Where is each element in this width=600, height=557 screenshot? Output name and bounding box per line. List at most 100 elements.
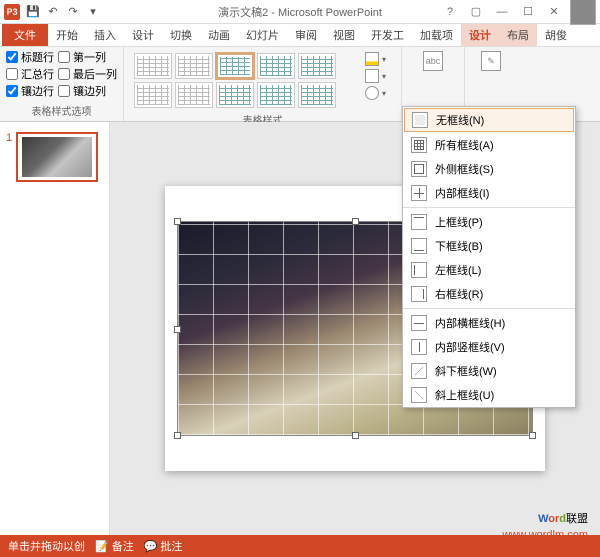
dd-all-borders[interactable]: 所有框线(A) — [403, 133, 575, 157]
ribbon-tabs: 文件 开始 插入 设计 切换 动画 幻灯片 审阅 视图 开发工 加载项 设计 布… — [0, 24, 600, 46]
tab-table-design[interactable]: 设计 — [461, 24, 499, 46]
diag-up-icon — [411, 387, 427, 403]
all-borders-icon — [411, 137, 427, 153]
notes-button[interactable]: 📝 备注 — [95, 538, 134, 554]
right-border-icon — [411, 286, 427, 302]
save-icon[interactable]: 💾 — [24, 3, 42, 21]
dd-inside-v-border[interactable]: 内部竖框线(V) — [403, 335, 575, 359]
style-thumb[interactable] — [175, 53, 213, 79]
minimize-icon[interactable]: — — [492, 4, 512, 20]
group-table-styles: 表格样式 — [124, 47, 402, 121]
bottom-border-icon — [411, 238, 427, 254]
status-hint: 单击并拖动以创 — [8, 538, 85, 554]
resize-handle[interactable] — [174, 432, 181, 439]
help-icon[interactable]: ? — [440, 4, 460, 20]
titlebar: P3 💾 ↶ ↷ ▾ 演示文稿2 - Microsoft PowerPoint … — [0, 0, 600, 24]
borders-dropdown: 无框线(N) 所有框线(A) 外侧框线(S) 内部框线(I) 上框线(P) 下框… — [402, 106, 576, 408]
resize-handle[interactable] — [352, 218, 359, 225]
tab-slideshow[interactable]: 幻灯片 — [238, 24, 287, 46]
style-thumb-selected[interactable] — [216, 53, 254, 79]
style-thumb[interactable] — [257, 53, 295, 79]
tab-insert[interactable]: 插入 — [86, 24, 124, 46]
style-thumb[interactable] — [134, 82, 172, 108]
user-avatar[interactable] — [570, 0, 596, 25]
chk-last-col[interactable]: 最后一列 — [58, 66, 117, 82]
maximize-icon[interactable]: ☐ — [518, 4, 538, 20]
watermark-logo: Word联盟 — [538, 506, 588, 527]
dd-left-border[interactable]: 左框线(L) — [403, 258, 575, 282]
tab-transitions[interactable]: 切换 — [162, 24, 200, 46]
dd-outside-borders[interactable]: 外侧框线(S) — [403, 157, 575, 181]
resize-handle[interactable] — [174, 326, 181, 333]
dd-diag-down[interactable]: 斜下框线(W) — [403, 359, 575, 383]
undo-icon[interactable]: ↶ — [44, 3, 62, 21]
dd-right-border[interactable]: 右框线(R) — [403, 282, 575, 306]
dropdown-separator — [403, 308, 575, 309]
tab-addins[interactable]: 加载项 — [412, 24, 461, 46]
file-tab[interactable]: 文件 — [2, 24, 48, 46]
redo-icon[interactable]: ↷ — [64, 3, 82, 21]
style-thumb[interactable] — [257, 82, 295, 108]
left-border-icon — [411, 262, 427, 278]
fill-icon — [365, 52, 379, 66]
chk-banded-cols[interactable]: 镶边列 — [58, 83, 106, 99]
wordart-button[interactable]: abc — [408, 49, 458, 73]
style-thumb[interactable] — [298, 82, 336, 108]
dropdown-separator — [403, 207, 575, 208]
comments-button[interactable]: 💬 批注 — [144, 538, 183, 554]
effects-button[interactable] — [362, 85, 393, 101]
dd-top-border[interactable]: 上框线(P) — [403, 210, 575, 234]
inside-border-icon — [411, 185, 427, 201]
chk-first-col[interactable]: 第一列 — [58, 49, 106, 65]
tab-developer[interactable]: 开发工 — [363, 24, 412, 46]
tab-animations[interactable]: 动画 — [200, 24, 238, 46]
group-label-options: 表格样式选项 — [6, 103, 117, 119]
dd-no-border[interactable]: 无框线(N) — [404, 108, 574, 132]
slide-panel: 1 — [0, 122, 110, 535]
slide-thumbnail[interactable] — [16, 132, 98, 182]
dd-inside-h-border[interactable]: 内部横框线(H) — [403, 311, 575, 335]
style-thumb[interactable] — [175, 82, 213, 108]
styles-gallery[interactable] — [130, 49, 360, 112]
shading-button[interactable] — [362, 51, 393, 67]
tab-review[interactable]: 审阅 — [287, 24, 325, 46]
diag-down-icon — [411, 363, 427, 379]
outside-border-icon — [411, 161, 427, 177]
resize-handle[interactable] — [174, 218, 181, 225]
tab-table-layout[interactable]: 布局 — [499, 24, 537, 46]
no-border-icon — [412, 112, 428, 128]
dd-inside-borders[interactable]: 内部框线(I) — [403, 181, 575, 205]
dd-bottom-border[interactable]: 下框线(B) — [403, 234, 575, 258]
style-tools — [360, 49, 395, 112]
tab-view[interactable]: 视图 — [325, 24, 363, 46]
quick-access-toolbar: 💾 ↶ ↷ ▾ — [24, 3, 102, 21]
dd-diag-up[interactable]: 斜上框线(U) — [403, 383, 575, 407]
ribbon-toggle-icon[interactable]: ▢ — [466, 4, 486, 20]
app-icon: P3 — [4, 4, 20, 20]
border-icon — [365, 69, 379, 83]
top-border-icon — [411, 214, 427, 230]
username[interactable]: 胡俊 — [537, 24, 575, 46]
slide-number: 1 — [6, 132, 12, 182]
inside-v-icon — [411, 339, 427, 355]
qat-more-icon[interactable]: ▾ — [84, 3, 102, 21]
borders-button[interactable] — [362, 68, 393, 84]
tab-home[interactable]: 开始 — [48, 24, 86, 46]
style-thumb[interactable] — [134, 53, 172, 79]
draw-border-button[interactable]: ✎ — [471, 49, 511, 73]
resize-handle[interactable] — [529, 432, 536, 439]
close-icon[interactable]: ✕ — [544, 4, 564, 20]
chk-header-row[interactable]: 标题行 — [6, 49, 54, 65]
style-thumb[interactable] — [298, 53, 336, 79]
wordart-icon: abc — [423, 51, 443, 71]
chk-banded-rows[interactable]: 镶边行 — [6, 83, 54, 99]
inside-h-icon — [411, 315, 427, 331]
watermark-url: www.wordlm.com — [502, 529, 588, 541]
thumbnail-image — [22, 137, 92, 177]
tab-design[interactable]: 设计 — [124, 24, 162, 46]
effects-icon — [365, 86, 379, 100]
style-thumb[interactable] — [216, 82, 254, 108]
resize-handle[interactable] — [352, 432, 359, 439]
chk-total-row[interactable]: 汇总行 — [6, 66, 54, 82]
window-title: 演示文稿2 - Microsoft PowerPoint — [218, 4, 382, 20]
